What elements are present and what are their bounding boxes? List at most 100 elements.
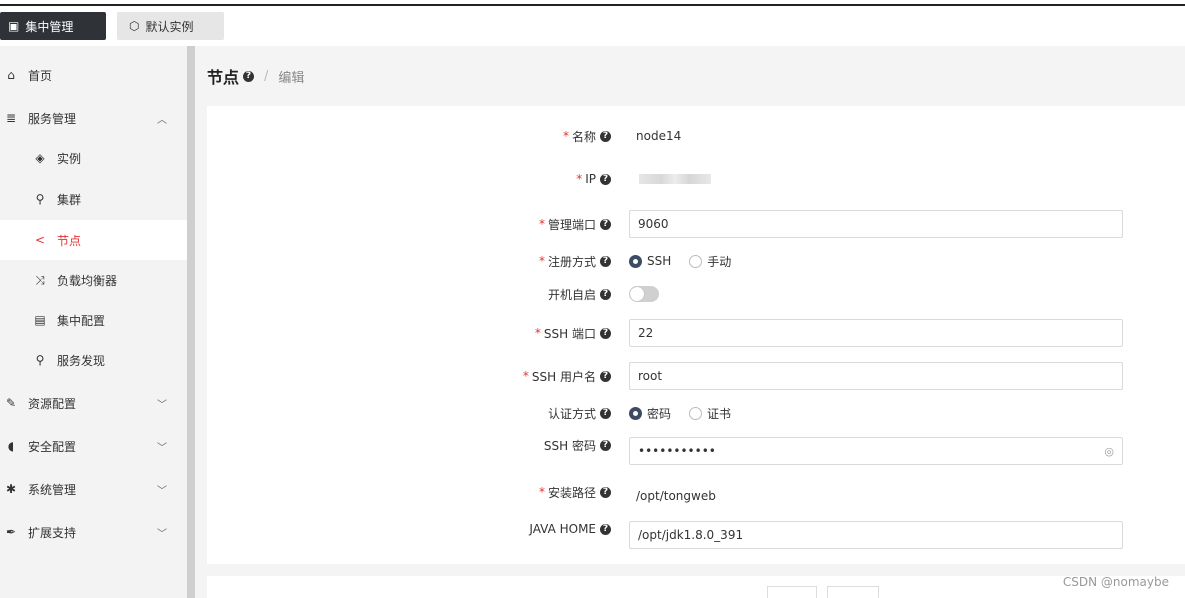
- help-icon[interactable]: ?: [600, 439, 611, 451]
- help-icon[interactable]: ?: [600, 130, 611, 142]
- page-title: 节点: [207, 68, 240, 87]
- sidebar-item-service-discovery[interactable]: ⚲ 服务发现: [0, 340, 187, 380]
- ssh-user-label: * SSH 用户名?: [523, 362, 611, 390]
- sidebar-item-resource-config[interactable]: ✎ 资源配置 ﹀: [0, 383, 187, 423]
- form-row-autostart: 开机自启?: [207, 280, 1185, 308]
- sidebar-item-label: 首页: [28, 68, 53, 83]
- sidebar-item-service-management[interactable]: ≣ 服务管理 ︿: [0, 98, 187, 138]
- mgmt-port-label: * 管理端口?: [539, 210, 611, 238]
- help-icon[interactable]: ?: [600, 218, 611, 230]
- form-actions: [207, 576, 1185, 598]
- chevron-up-icon: ︿: [157, 114, 167, 126]
- help-icon[interactable]: ?: [600, 255, 611, 267]
- search-icon: ⚲: [35, 353, 45, 367]
- shield-icon: ◖: [7, 439, 15, 453]
- sidebar-item-home[interactable]: ⌂ 首页: [0, 55, 187, 95]
- action-button[interactable]: [767, 586, 817, 598]
- auth-password-radio[interactable]: 密码: [629, 405, 671, 422]
- ssh-password-value: •••••••••••: [638, 444, 716, 458]
- default-instance-button[interactable]: ⬡ 默认实例: [117, 12, 224, 40]
- sidebar-item-label: 实例: [57, 151, 82, 166]
- install-path-value: /opt/tongweb: [636, 489, 716, 503]
- sidebar-item-central-config[interactable]: ▤ 集中配置: [0, 300, 187, 340]
- form-row-java-home: JAVA HOME? /opt/jdk1.8.0_391: [207, 521, 1185, 549]
- home-icon: ⌂: [7, 68, 15, 82]
- sidebar-item-security-config[interactable]: ◖ 安全配置 ﹀: [0, 426, 187, 466]
- chevron-down-icon: ﹀: [157, 399, 167, 411]
- help-icon[interactable]: ?: [600, 523, 611, 535]
- sidebar-item-cluster[interactable]: ⚲ 集群: [0, 179, 187, 219]
- auth-cert-radio[interactable]: 证书: [689, 405, 731, 422]
- help-icon[interactable]: ?: [600, 173, 611, 185]
- form-row-auth: 认证方式? 密码 证书: [207, 399, 1185, 427]
- form-row-mgmt-port: * 管理端口? 9060: [207, 210, 1185, 238]
- register-ssh-radio[interactable]: SSH: [629, 254, 671, 268]
- sidebar-item-label: 扩展支持: [28, 525, 77, 540]
- install-path-label: * 安装路径?: [539, 478, 611, 506]
- sitemap-icon: ⚲: [35, 192, 45, 206]
- sidebar-item-label: 集中配置: [57, 313, 106, 328]
- ssh-user-input[interactable]: root: [629, 362, 1123, 390]
- breadcrumb-current: 编辑: [278, 70, 305, 86]
- main-content: 节点 ? / 编辑 * 名称? node14 * IP? * 管理端口? 9060 *…: [195, 46, 1185, 598]
- name-value: node14: [636, 129, 682, 143]
- help-icon[interactable]: ?: [600, 486, 611, 498]
- share-icon: <: [34, 233, 46, 247]
- edit-icon: ✎: [5, 396, 17, 410]
- help-icon[interactable]: ?: [600, 407, 611, 419]
- register-manual-radio[interactable]: 手动: [689, 253, 731, 270]
- central-management-button[interactable]: ▣ 集中管理: [0, 12, 106, 40]
- default-instance-label: 默认实例: [145, 19, 194, 34]
- sidebar-item-instance[interactable]: ◈ 实例: [0, 138, 187, 178]
- form-row-ssh-port: * SSH 端口? 22: [207, 319, 1185, 347]
- sidebar-item-node[interactable]: < 节点: [0, 220, 187, 260]
- ssh-password-input[interactable]: ••••••••••• ◎: [629, 437, 1123, 465]
- ssh-port-input[interactable]: 22: [629, 319, 1123, 347]
- watermark: CSDN @nomaybe: [1062, 575, 1169, 589]
- sidebar-item-label: 集群: [57, 192, 82, 207]
- sidebar-item-label: 负载均衡器: [57, 273, 118, 288]
- cube-icon: ◈: [35, 151, 45, 165]
- top-bar: ▣ 集中管理 ⬡ 默认实例: [0, 6, 1185, 46]
- mgmt-port-input[interactable]: 9060: [629, 210, 1123, 238]
- chevron-down-icon: ﹀: [157, 442, 167, 454]
- form-row-ssh-password: SSH 密码? ••••••••••• ◎: [207, 437, 1185, 465]
- name-label: * 名称?: [563, 122, 611, 150]
- form-row-install-path: * 安装路径? /opt/tongweb: [207, 478, 1185, 506]
- java-home-label: JAVA HOME?: [529, 515, 611, 543]
- fullscreen-icon: ▣: [8, 19, 20, 33]
- breadcrumb-separator: /: [264, 68, 269, 84]
- form-row-register: * 注册方式? SSH 手动: [207, 247, 1185, 275]
- autostart-toggle[interactable]: [629, 286, 659, 302]
- sidebar-item-label: 安全配置: [28, 439, 77, 454]
- help-icon[interactable]: ?: [600, 370, 611, 382]
- shuffle-icon: ⤨: [35, 272, 45, 287]
- pen-icon: ✒: [5, 525, 17, 539]
- form-row-name: * 名称? node14: [207, 122, 1185, 150]
- form-row-ip: * IP?: [207, 165, 1185, 193]
- eye-off-icon[interactable]: ◎: [1104, 445, 1114, 458]
- sidebar-item-label: 节点: [57, 233, 82, 248]
- sidebar: ⌂ 首页 ≣ 服务管理 ︿ ◈ 实例 ⚲ 集群 < 节点 ⤨ 负载均衡器 ▤ 集…: [0, 46, 187, 598]
- help-icon[interactable]: ?: [600, 327, 611, 339]
- java-home-input[interactable]: /opt/jdk1.8.0_391: [629, 521, 1123, 549]
- sidebar-item-extension-support[interactable]: ✒ 扩展支持 ﹀: [0, 512, 187, 552]
- sidebar-scrollbar[interactable]: [187, 46, 195, 598]
- sidebar-item-label: 资源配置: [28, 396, 77, 411]
- help-icon[interactable]: ?: [243, 70, 255, 82]
- file-icon: ▤: [34, 313, 46, 327]
- ip-label: * IP?: [576, 165, 611, 193]
- breadcrumb: 节点 ? / 编辑: [195, 46, 1185, 106]
- ip-value-redacted: [639, 165, 711, 193]
- register-label: * 注册方式?: [539, 247, 611, 275]
- chevron-down-icon: ﹀: [157, 528, 167, 540]
- form-row-ssh-user: * SSH 用户名? root: [207, 362, 1185, 390]
- sidebar-item-load-balancer[interactable]: ⤨ 负载均衡器: [0, 260, 187, 300]
- sidebar-item-label: 服务管理: [28, 111, 77, 126]
- chevron-down-icon: ﹀: [157, 485, 167, 497]
- ssh-password-label: SSH 密码?: [544, 431, 611, 459]
- sidebar-item-system-management[interactable]: ✱ 系统管理 ﹀: [0, 469, 187, 509]
- help-icon[interactable]: ?: [600, 288, 611, 300]
- edit-form: * 名称? node14 * IP? * 管理端口? 9060 * 注册方式? SSH …: [207, 106, 1185, 564]
- action-button[interactable]: [827, 586, 879, 598]
